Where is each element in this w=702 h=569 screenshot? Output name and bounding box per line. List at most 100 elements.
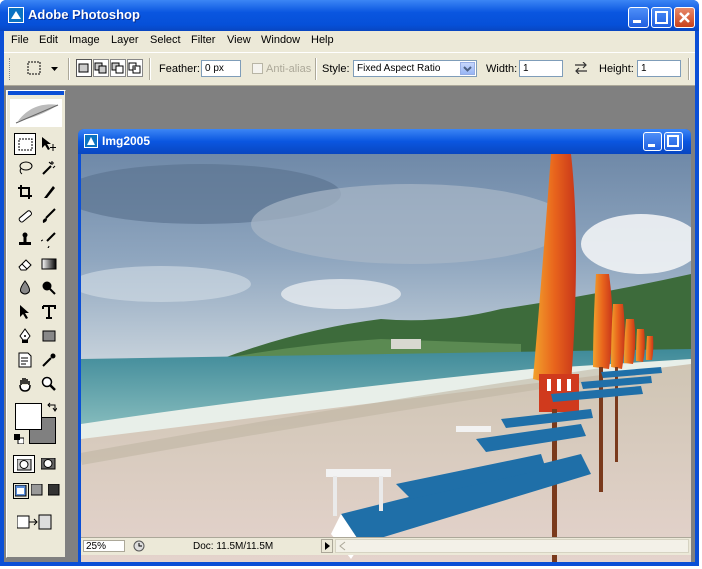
zoom-icon — [41, 376, 56, 391]
title-bar[interactable]: Adobe Photoshop — [0, 0, 699, 31]
swap-colors-icon[interactable] — [47, 402, 57, 412]
tool-crop[interactable] — [14, 181, 36, 203]
screen-mode-menu-button[interactable] — [30, 483, 46, 499]
tool-notes[interactable] — [14, 349, 36, 371]
document-status-bar: 25% Doc: 11.5M/11.5M — [81, 537, 691, 555]
brush-icon — [42, 208, 56, 223]
tool-lasso[interactable] — [14, 157, 36, 179]
menu-view[interactable]: View — [227, 34, 251, 46]
tool-gradient[interactable] — [38, 253, 60, 275]
tool-zoom[interactable] — [38, 373, 60, 395]
tool-blur[interactable] — [14, 277, 36, 299]
feather-label: Feather: — [159, 63, 200, 75]
menu-file[interactable]: File — [11, 34, 29, 46]
tool-brush[interactable] — [38, 205, 60, 227]
menu-edit[interactable]: Edit — [39, 34, 58, 46]
tool-dodge[interactable] — [38, 277, 60, 299]
crop-icon — [18, 185, 32, 199]
doc-size-info: Doc: 11.5M/11.5M — [193, 541, 274, 552]
document-window: Img2005 25% Doc: 11.5M/11.5M — [78, 129, 691, 562]
antialias-label: Anti-alias — [266, 63, 312, 75]
options-bar: Feather: 0 px Anti-alias Style: Fixed As… — [4, 52, 695, 86]
image-canvas[interactable] — [81, 154, 691, 562]
tool-magic-wand[interactable] — [38, 157, 60, 179]
style-select[interactable]: Fixed Aspect Ratio — [353, 60, 477, 77]
photoshop-window: Adobe Photoshop File Edit Image Layer Se… — [0, 0, 699, 566]
tool-history-brush[interactable] — [38, 229, 60, 251]
options-grip[interactable] — [9, 58, 12, 80]
hand-icon — [19, 378, 31, 392]
width-label: Width: — [486, 63, 518, 75]
tool-move[interactable] — [38, 133, 60, 155]
menu-image[interactable]: Image — [69, 34, 100, 46]
feather-input[interactable]: 0 px — [201, 60, 241, 77]
menu-layer[interactable]: Layer — [111, 34, 139, 46]
feather-logo-icon[interactable] — [10, 99, 62, 127]
preset-dropdown-icon[interactable] — [51, 67, 58, 71]
document-title-bar[interactable]: Img2005 — [78, 129, 691, 154]
separator — [149, 58, 151, 80]
antialias-checkbox[interactable] — [252, 63, 263, 74]
intersect-selection-button[interactable] — [127, 59, 143, 77]
standard-mode-button[interactable] — [13, 455, 35, 473]
rect-marquee-icon — [18, 138, 33, 151]
screen-mode-standard-button[interactable] — [13, 483, 29, 499]
new-selection-button[interactable] — [76, 59, 92, 77]
style-select-value: Fixed Aspect Ratio — [357, 63, 441, 74]
tool-eraser[interactable] — [14, 253, 36, 275]
tool-type[interactable] — [38, 301, 60, 323]
status-menu-button[interactable] — [321, 539, 333, 553]
screen-mode-menu-icon — [31, 484, 43, 496]
gradient-icon — [41, 258, 57, 270]
swap-dimensions-icon[interactable] — [574, 62, 588, 74]
separator — [315, 58, 317, 80]
tool-preset-picker[interactable] — [24, 58, 46, 80]
pen-icon — [19, 328, 31, 343]
quick-mask-button[interactable] — [38, 455, 60, 473]
screen-mode-standard-icon — [15, 485, 27, 497]
tool-path-select[interactable] — [14, 301, 36, 323]
document-maximize-button[interactable] — [664, 132, 683, 151]
menu-help[interactable]: Help — [311, 34, 334, 46]
tool-hand[interactable] — [14, 373, 36, 395]
menu-window[interactable]: Window — [261, 34, 300, 46]
healing-brush-icon — [18, 210, 32, 223]
move-icon — [42, 137, 56, 151]
tool-rect-marquee[interactable] — [14, 133, 36, 155]
screen-mode-full-button[interactable] — [47, 483, 63, 499]
chevron-down-icon[interactable] — [460, 62, 475, 75]
status-info-icon[interactable] — [133, 540, 145, 552]
add-selection-button[interactable] — [93, 59, 109, 77]
style-label: Style: — [322, 63, 350, 75]
tool-pen[interactable] — [14, 325, 36, 347]
height-input[interactable]: 1 — [637, 60, 681, 77]
triangle-right-icon — [325, 542, 330, 550]
default-colors-icon[interactable] — [14, 434, 24, 444]
tool-clone-stamp[interactable] — [14, 229, 36, 251]
separator — [68, 58, 70, 80]
type-icon — [42, 305, 56, 319]
menu-filter[interactable]: Filter — [191, 34, 215, 46]
jump-to-imageready-button[interactable] — [15, 511, 59, 533]
foreground-color-swatch[interactable] — [15, 403, 42, 430]
tool-healing-brush[interactable] — [14, 205, 36, 227]
document-title: Img2005 — [102, 134, 151, 148]
tool-slice[interactable] — [38, 181, 60, 203]
tool-eyedropper[interactable] — [38, 349, 60, 371]
tool-shape[interactable] — [38, 325, 60, 347]
close-button[interactable] — [674, 7, 695, 28]
horizontal-scrollbar[interactable] — [335, 539, 689, 553]
maximize-button[interactable] — [651, 7, 672, 28]
width-input[interactable]: 1 — [519, 60, 563, 77]
toolbox-titlebar[interactable] — [8, 91, 64, 95]
minimize-button[interactable] — [628, 7, 649, 28]
menu-select[interactable]: Select — [150, 34, 181, 46]
separator — [688, 58, 690, 80]
subtract-selection-button[interactable] — [110, 59, 126, 77]
eraser-icon — [18, 259, 32, 271]
zoom-field[interactable]: 25% — [83, 540, 125, 552]
document-minimize-button[interactable] — [643, 132, 662, 151]
workspace: Img2005 25% Doc: 11.5M/11.5M — [4, 86, 695, 562]
slice-icon — [44, 186, 55, 198]
eyedropper-icon — [42, 353, 56, 367]
